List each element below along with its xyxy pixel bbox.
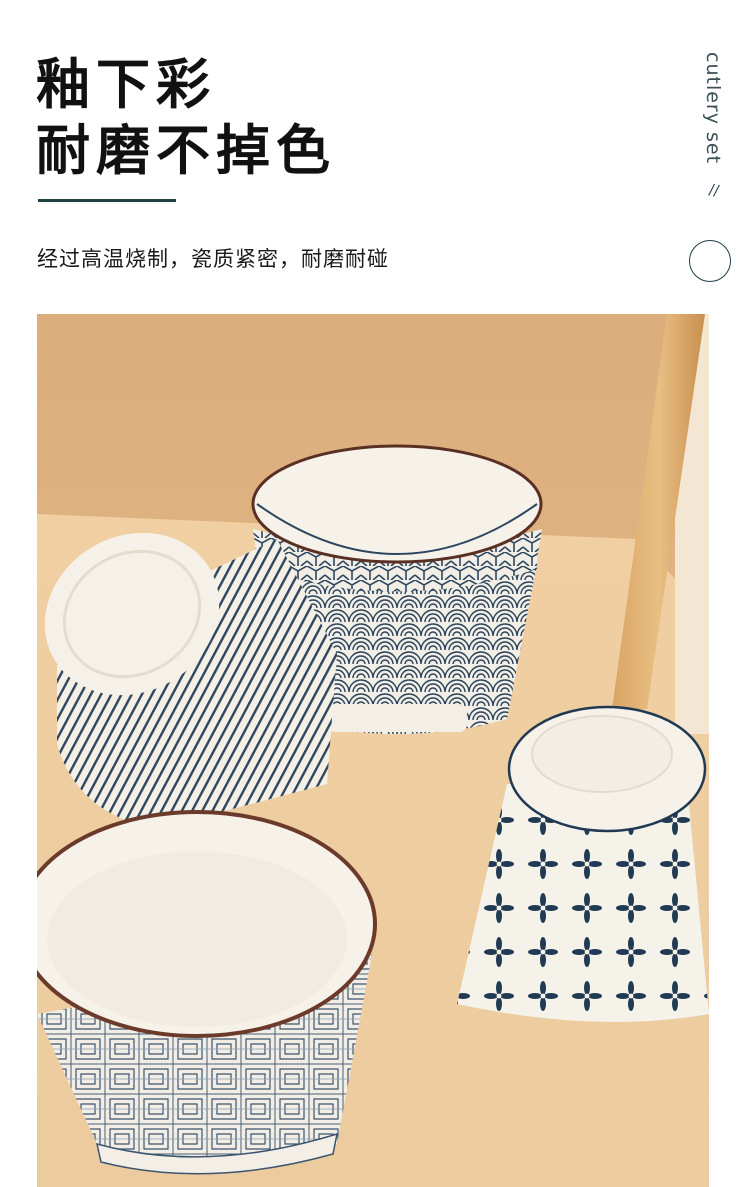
headline-line-1: 釉下彩 [36,53,216,116]
title-divider [38,199,176,202]
side-label: cutlery set [702,52,724,165]
circle-outline-icon [689,240,731,282]
headline: 釉下彩 耐磨不掉色 [36,52,336,184]
side-mark: // [707,180,721,200]
headline-line-2: 耐磨不掉色 [36,119,336,182]
product-photo [37,314,709,1187]
subtitle: 经过高温烧制，瓷质紧密，耐磨耐碰 [37,247,389,271]
